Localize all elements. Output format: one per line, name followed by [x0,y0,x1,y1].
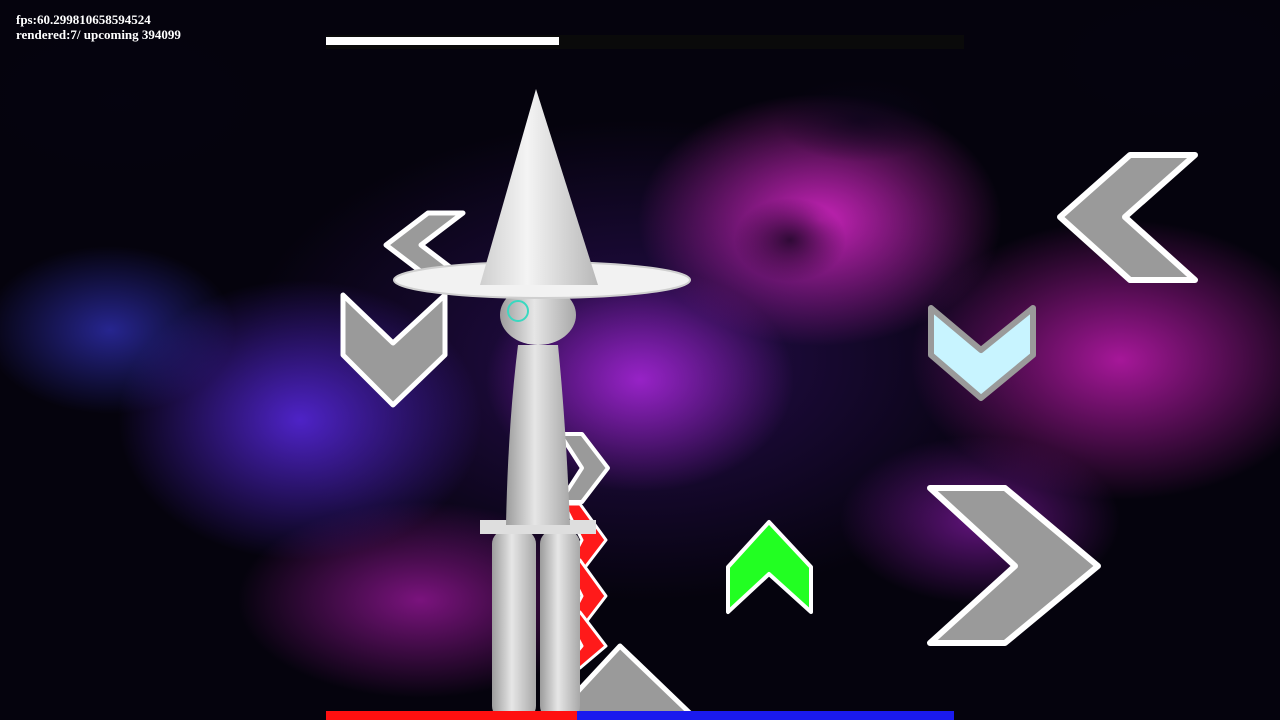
health-bar-opponent [326,711,578,720]
left-leg [492,530,536,720]
player-down-arrow-note [928,305,1036,401]
right-leg [540,530,580,720]
witch-character [393,89,691,720]
render-counter: rendered:7/ upcoming 394099 [16,27,181,42]
fps-counter: fps:60.299810658594524 [16,12,151,27]
player-right-arrow-receptor [927,485,1101,646]
game-scene [0,0,1280,720]
player-left-arrow-receptor [1057,152,1198,283]
green-up-arrow-note [726,520,813,614]
health-bar-player [577,711,954,720]
song-progress-fill [326,37,559,45]
debug-overlay: fps:60.299810658594524 rendered:7/ upcom… [16,12,181,42]
witch-hat-cone [480,89,598,285]
health-bar [326,711,954,720]
song-progress-bar [326,35,964,49]
torso [506,345,570,525]
